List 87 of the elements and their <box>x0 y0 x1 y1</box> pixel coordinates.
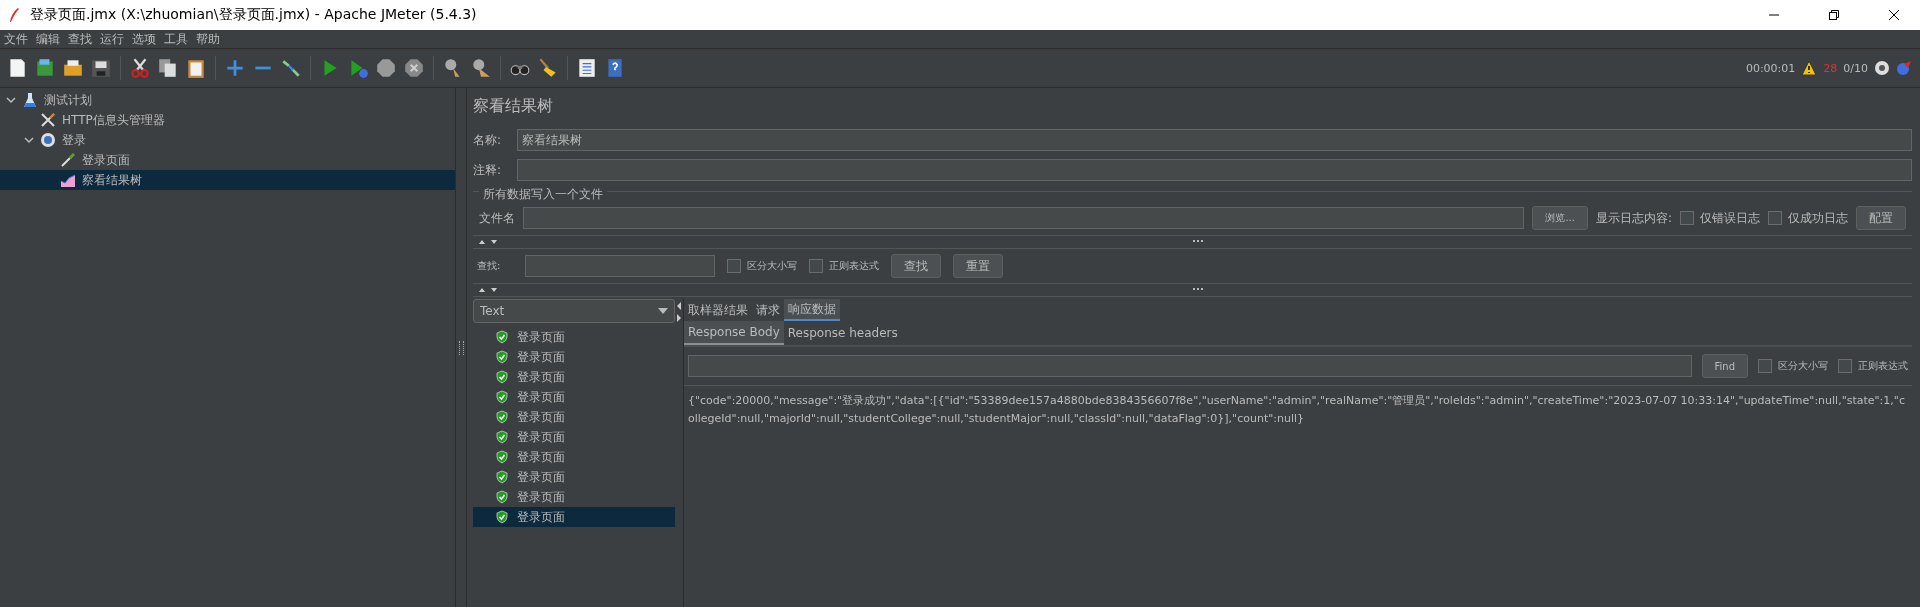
stop-icon[interactable] <box>375 57 397 79</box>
filename-label: 文件名 <box>479 209 515 227</box>
error-count: 28 <box>1823 61 1838 75</box>
response-search-field[interactable] <box>688 355 1692 377</box>
window-title: 登录页面.jmx (X:\zhuomian\登录页面.jmx) - Apache JMeter (5.4.3) <box>30 6 477 24</box>
log-label: 显示日志内容: <box>1595 209 1672 227</box>
checkbox[interactable] <box>1758 359 1772 373</box>
checkbox-label: 正则表达式 <box>829 259 879 273</box>
menu-item[interactable]: 工具 <box>164 30 188 48</box>
pipette-icon <box>60 152 76 168</box>
name-field[interactable]: 察看结果树 <box>517 129 1912 151</box>
section-title: 所有数据写入一个文件 <box>479 186 607 203</box>
result-item[interactable]: 登录页面 <box>473 387 675 407</box>
menu-item[interactable]: 选项 <box>132 30 156 48</box>
checkbox[interactable] <box>727 259 741 273</box>
flask-icon <box>22 92 38 108</box>
splitter-handle[interactable] <box>458 340 464 355</box>
result-item[interactable]: 登录页面 <box>473 407 675 427</box>
result-item[interactable]: 登录页面 <box>473 447 675 467</box>
gear-icon <box>1874 60 1890 76</box>
checkbox[interactable] <box>1838 359 1852 373</box>
comment-label: 注释: <box>473 161 503 179</box>
menu-item[interactable]: 查找 <box>68 30 92 48</box>
plus-icon[interactable] <box>224 57 246 79</box>
result-item[interactable]: 登录页面 <box>473 487 675 507</box>
tree-node[interactable]: 察看结果树 <box>0 170 455 190</box>
maximize-icon[interactable] <box>1828 9 1840 21</box>
comment-field[interactable] <box>517 159 1912 181</box>
save-icon[interactable] <box>90 57 112 79</box>
tools-icon <box>40 112 56 128</box>
tab[interactable]: 响应数据 <box>784 299 840 321</box>
tab[interactable]: 取样器结果 <box>684 299 752 321</box>
result-item[interactable]: 登录页面 <box>473 507 675 527</box>
result-item[interactable]: 登录页面 <box>473 427 675 447</box>
shutdown-icon[interactable] <box>403 57 425 79</box>
gear-icon <box>40 132 56 148</box>
filename-field[interactable] <box>523 207 1525 229</box>
search-field[interactable] <box>525 255 715 277</box>
tab[interactable]: Response Body <box>684 321 784 345</box>
tab[interactable]: 请求 <box>752 299 784 321</box>
clipboard-icon[interactable] <box>185 57 207 79</box>
tree-node[interactable]: 测试计划 <box>0 90 455 110</box>
menu-item[interactable]: 帮助 <box>196 30 220 48</box>
checkbox-label: 区分大小写 <box>1778 359 1828 373</box>
book-icon[interactable] <box>34 57 56 79</box>
elapsed-time: 00:00:01 <box>1745 61 1796 75</box>
menu-item[interactable]: 文件 <box>4 30 28 48</box>
warning-icon[interactable] <box>1801 60 1818 76</box>
thread-count: 0/10 <box>1843 61 1868 75</box>
collapse-arrows-icon[interactable] <box>676 301 682 323</box>
name-label: 名称: <box>473 131 503 149</box>
find-button[interactable]: 查找 <box>891 254 941 278</box>
scissors-icon[interactable] <box>129 57 151 79</box>
config-button[interactable]: 配置 <box>1856 206 1906 230</box>
find-button[interactable]: Find <box>1701 354 1748 378</box>
panel-title: 察看结果树 <box>473 95 554 117</box>
checkbox[interactable] <box>1768 211 1782 225</box>
renderer-dropdown[interactable]: Text <box>473 299 675 323</box>
tree-node[interactable]: HTTP信息头管理器 <box>0 110 455 130</box>
response-body-text: {"code":20000,"message":"登录成功","data":[{"id":"53389dee157a4880bde8384356607f8e","userName":"admin","realName":"管理员","roleIds":"admin","createTime":"2023-07-07 10:33:14","updateTime":null,"state":1,"collegeId":null,"majorId":null,"studentCollege":null,"studentMajor":null,"classId":null,"dataFlag":0}],"count":null} <box>687 393 1906 427</box>
result-item[interactable]: 登录页面 <box>473 367 675 387</box>
checkbox-label: 正则表达式 <box>1858 359 1908 373</box>
tree-node[interactable]: 登录页面 <box>0 150 455 170</box>
tab[interactable]: Response headers <box>783 321 902 345</box>
checkbox[interactable] <box>1680 211 1694 225</box>
result-item[interactable]: 登录页面 <box>473 347 675 367</box>
browse-button[interactable]: 浏览... <box>1532 206 1588 230</box>
close-icon[interactable] <box>1888 9 1900 21</box>
menu-item[interactable]: 编辑 <box>36 30 60 48</box>
menu-item[interactable]: 运行 <box>100 30 124 48</box>
checkbox-label: 区分大小写 <box>747 259 797 273</box>
chevron-icon[interactable] <box>24 135 34 145</box>
folder-icon[interactable] <box>62 57 84 79</box>
tree-node[interactable]: 登录 <box>0 130 455 150</box>
checkbox-label: 仅成功日志 <box>1788 209 1848 227</box>
graph-icon <box>60 172 76 188</box>
caret-icon <box>658 308 668 314</box>
result-item[interactable]: 登录页面 <box>473 327 675 347</box>
checkbox-label: 仅错误日志 <box>1700 209 1760 227</box>
result-item[interactable]: 登录页面 <box>473 467 675 487</box>
search-label: 查找: <box>477 259 502 273</box>
broom-icon[interactable] <box>537 57 559 79</box>
list-icon[interactable] <box>576 57 598 79</box>
reset-button[interactable]: 重置 <box>953 254 1003 278</box>
checkbox[interactable] <box>809 259 823 273</box>
chevron-icon[interactable] <box>6 95 16 105</box>
copy-icon[interactable] <box>157 57 179 79</box>
